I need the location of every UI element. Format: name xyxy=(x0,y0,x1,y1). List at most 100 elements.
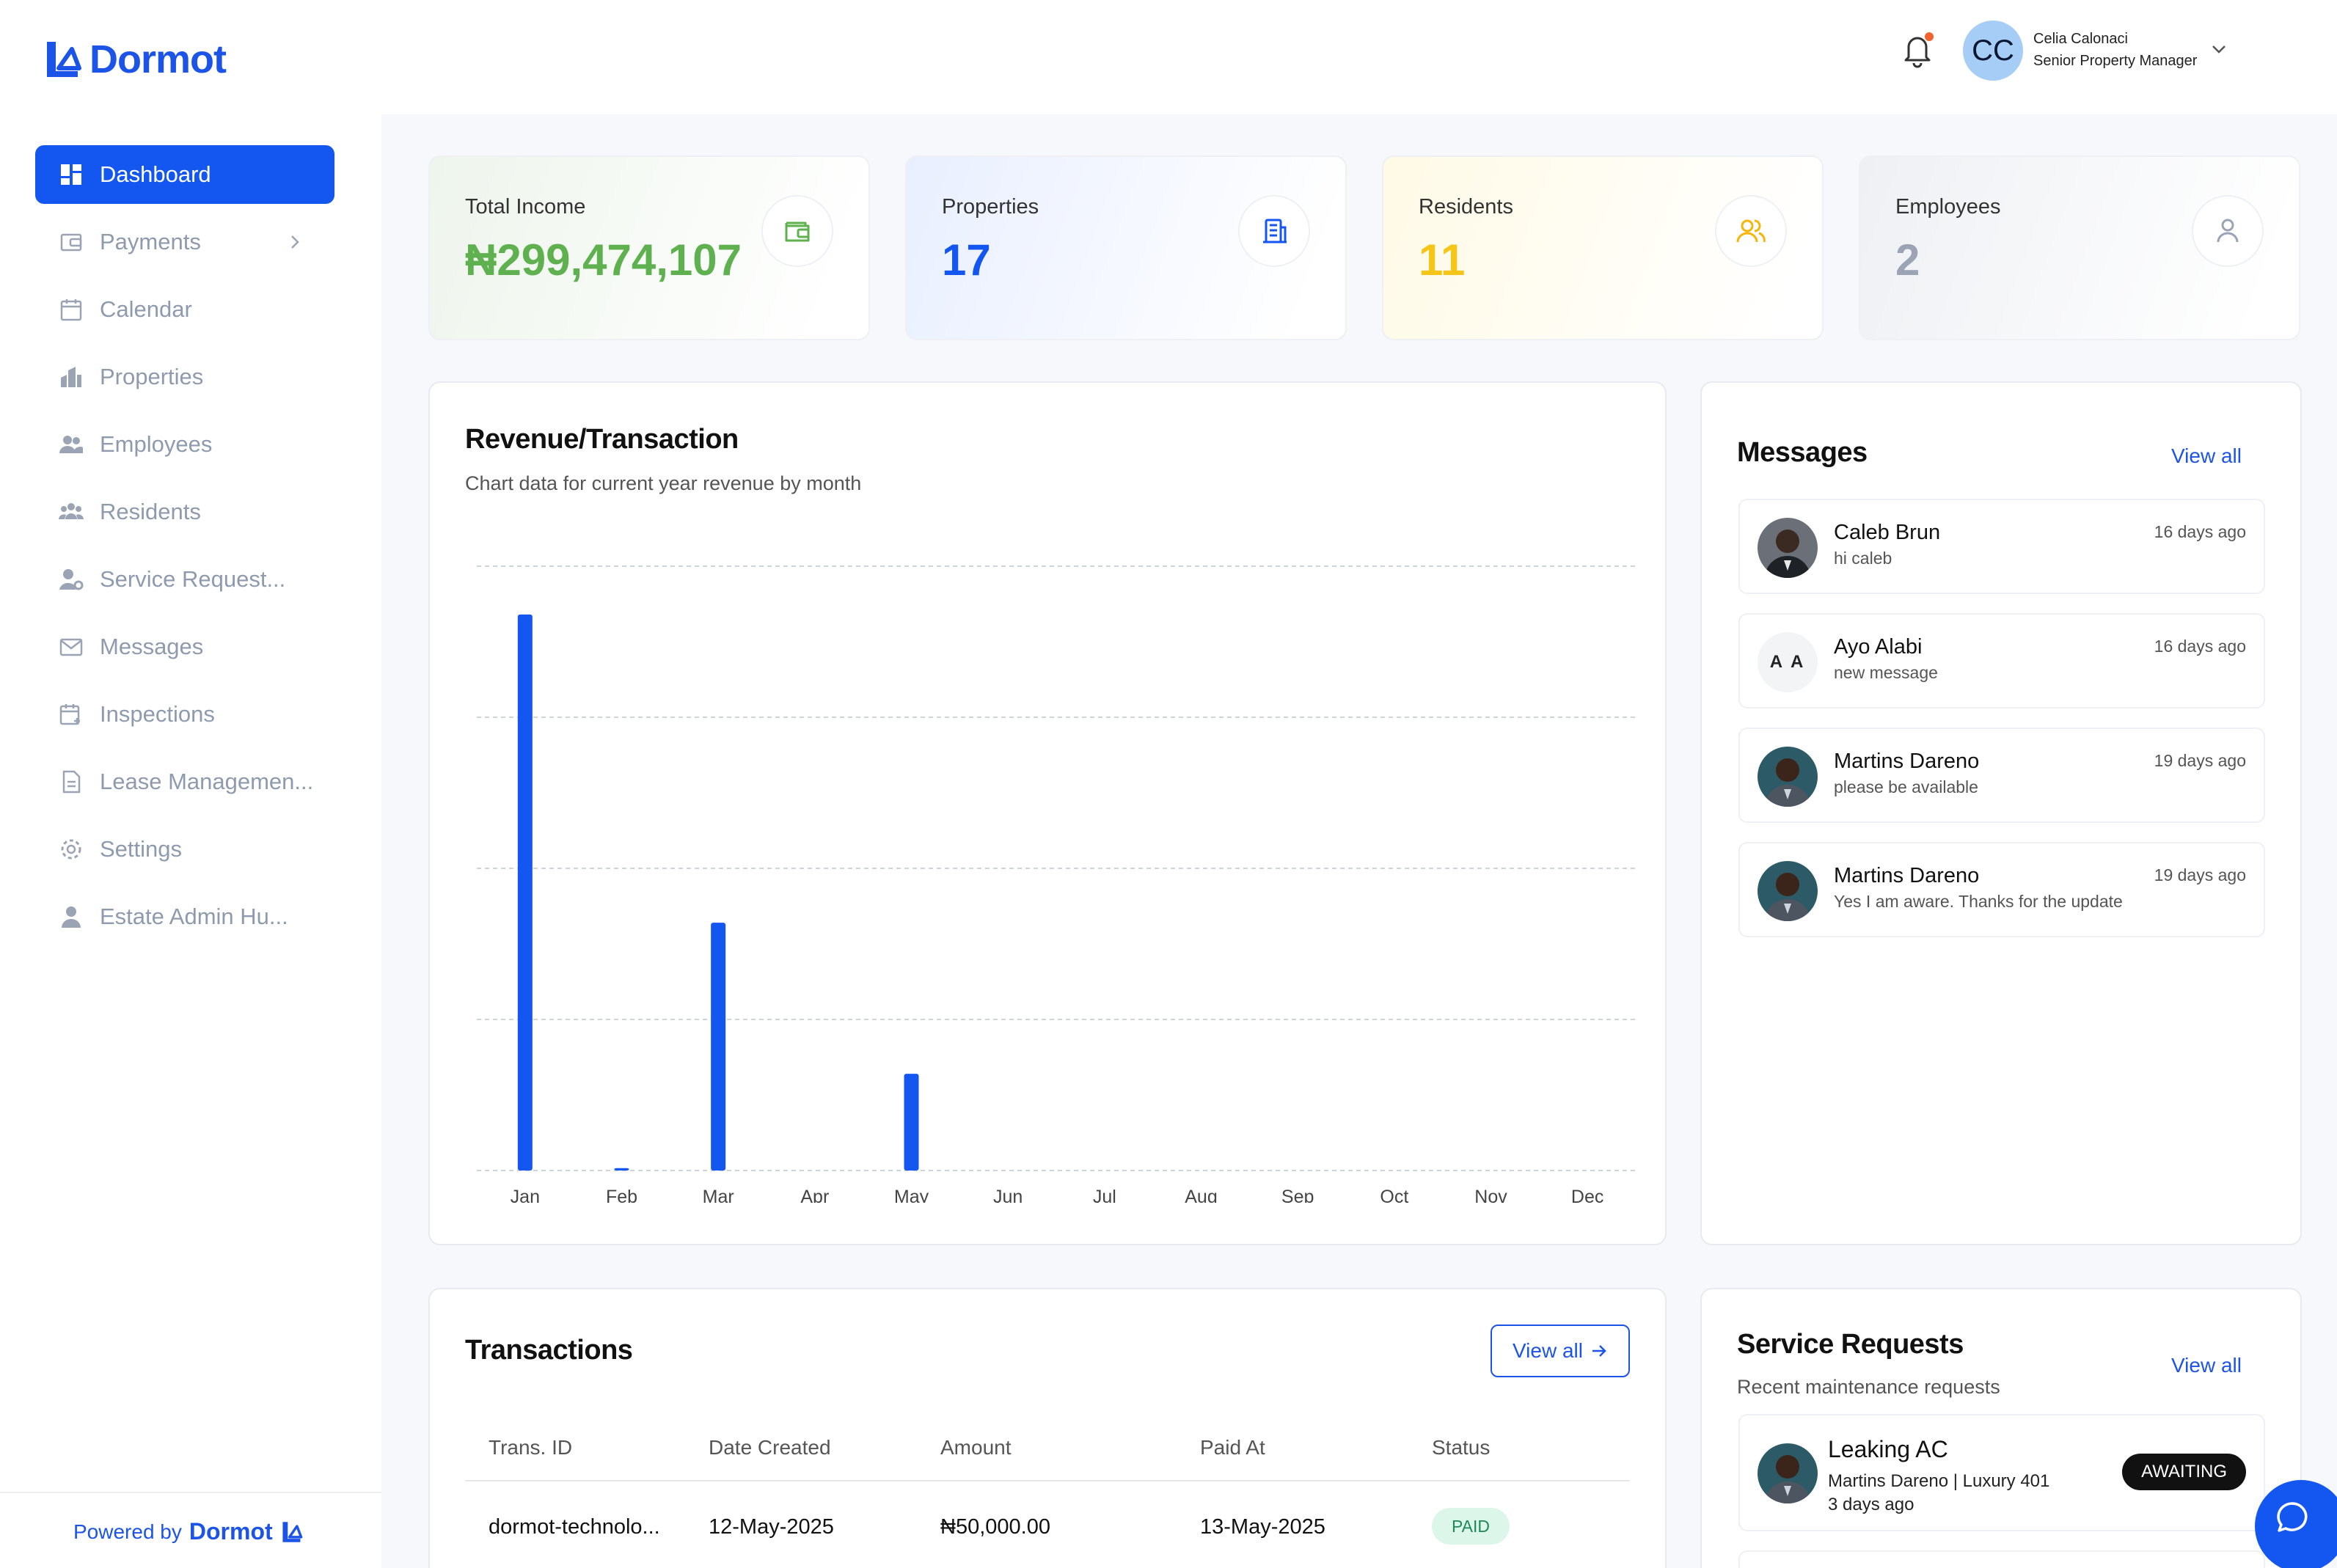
chart-bar-feb[interactable] xyxy=(614,1168,629,1170)
sidebar-item-label: Estate Admin Hu... xyxy=(100,904,288,929)
building-icon xyxy=(1263,219,1287,243)
stat-icon-badge xyxy=(1238,195,1310,267)
message-time: 16 days ago xyxy=(2154,522,2246,541)
message-preview: hi caleb xyxy=(1834,549,1892,568)
button-label: View all xyxy=(1513,1339,1583,1362)
service-request-item[interactable] xyxy=(1738,1550,2265,1568)
message-time: 16 days ago xyxy=(2154,637,2246,656)
sidebar-item-estate-admin[interactable]: Estate Admin Hu... xyxy=(35,887,334,946)
table-header-divider xyxy=(465,1480,1630,1481)
avatar xyxy=(1758,518,1818,578)
stat-card-residents[interactable]: Residents 11 xyxy=(1382,155,1824,340)
sidebar-item-inspections[interactable]: Inspections xyxy=(35,685,334,744)
messages-view-all-link[interactable]: View all xyxy=(2171,444,2242,468)
sidebar-item-label: Properties xyxy=(100,364,204,389)
sidebar-item-payments[interactable]: Payments xyxy=(35,213,334,271)
column-header-paid-at: Paid At xyxy=(1200,1436,1265,1459)
service-request-item[interactable]: Leaking AC Martins Dareno | Luxury 401 3… xyxy=(1738,1414,2265,1531)
message-sender: Caleb Brun xyxy=(1834,521,1941,544)
revenue-title: Revenue/Transaction xyxy=(465,424,739,455)
stat-label: Total Income xyxy=(465,195,586,219)
sidebar-item-residents[interactable]: Residents xyxy=(35,483,334,541)
sidebar-item-calendar[interactable]: Calendar xyxy=(35,280,334,339)
sidebar-item-lease-management[interactable]: Lease Managemen... xyxy=(35,752,334,811)
sidebar-item-properties[interactable]: Properties xyxy=(35,348,334,406)
powered-by[interactable]: Powered by Dormot xyxy=(73,1518,304,1545)
sidebar-item-label: Calendar xyxy=(100,296,192,322)
message-sender: Martins Dareno xyxy=(1834,864,1980,887)
column-header-date-created: Date Created xyxy=(709,1436,831,1459)
stat-card-properties[interactable]: Properties 17 xyxy=(905,155,1347,340)
admin-user-icon xyxy=(62,906,81,928)
message-time: 19 days ago xyxy=(2154,751,2246,770)
stat-value: 17 xyxy=(942,235,991,285)
message-item[interactable]: Martins Dareno please be available 19 da… xyxy=(1738,728,2265,823)
chart-tick-label: Jan xyxy=(511,1187,540,1203)
user-avatar[interactable]: CC xyxy=(1963,21,2023,81)
cell-amount: ₦50,000.00 xyxy=(940,1515,1050,1539)
stat-icon-badge xyxy=(761,195,833,267)
message-preview: Yes I am aware. Thanks for the update xyxy=(1834,892,2123,911)
message-sender: Martins Dareno xyxy=(1834,750,1980,773)
stat-icon-badge xyxy=(2192,195,2264,267)
message-preview: please be available xyxy=(1834,777,1978,796)
stat-value: ₦299,474,107 xyxy=(465,235,742,285)
cell-trans-id: dormot-technolo... xyxy=(489,1515,660,1539)
stat-card-total-income[interactable]: Total Income ₦299,474,107 xyxy=(428,155,870,340)
dashboard-icon xyxy=(61,164,81,185)
transactions-title: Transactions xyxy=(465,1335,633,1366)
sidebar-item-service-requests[interactable]: Service Request... xyxy=(35,550,334,609)
message-preview: new message xyxy=(1834,663,1938,682)
stat-label: Employees xyxy=(1895,195,2001,219)
column-header-trans-id: Trans. ID xyxy=(489,1436,573,1459)
sidebar-item-label: Service Request... xyxy=(100,566,286,592)
transactions-view-all-button[interactable]: View all xyxy=(1491,1325,1630,1377)
chart-bar-mar[interactable] xyxy=(711,923,726,1170)
sidebar-item-label: Messages xyxy=(100,634,204,659)
stat-card-employees[interactable]: Employees 2 xyxy=(1859,155,2300,340)
powered-by-label: Powered by xyxy=(73,1520,182,1543)
stat-value: 11 xyxy=(1419,235,1466,285)
chart-tick-label: Dec xyxy=(1571,1187,1603,1203)
chart-tick-label: May xyxy=(894,1187,929,1203)
message-item[interactable]: Caleb Brun hi caleb 16 days ago xyxy=(1738,499,2265,594)
column-header-amount: Amount xyxy=(940,1436,1012,1459)
chevron-down-icon[interactable] xyxy=(2208,38,2230,60)
message-item[interactable]: Martins Dareno Yes I am aware. Thanks fo… xyxy=(1738,842,2265,937)
sidebar-item-label: Settings xyxy=(100,836,183,862)
sidebar-item-label: Residents xyxy=(100,499,201,524)
sidebar-item-messages[interactable]: Messages xyxy=(35,618,334,676)
gear-icon xyxy=(61,839,81,860)
cell-paid-at: 13-May-2025 xyxy=(1200,1515,1325,1539)
message-time: 19 days ago xyxy=(2154,865,2246,884)
chart-tick-label: Jul xyxy=(1093,1187,1116,1203)
notification-dot xyxy=(1925,32,1934,41)
status-badge: PAID xyxy=(1432,1508,1510,1545)
sidebar-divider xyxy=(0,1492,381,1493)
avatar xyxy=(1758,747,1818,807)
wallet-icon xyxy=(785,221,810,242)
top-bar: Dormot CC Celia Calonaci Senior Property… xyxy=(0,0,2337,114)
cell-date-created: 12-May-2025 xyxy=(709,1515,834,1539)
avatar: A A xyxy=(1758,632,1818,692)
chart-bar-jan[interactable] xyxy=(517,614,533,1170)
user-name: Celia Calonaci xyxy=(2033,31,2128,47)
brand-logo[interactable]: Dormot xyxy=(43,37,227,82)
sidebar-item-employees[interactable]: Employees xyxy=(35,415,334,474)
message-item[interactable]: A A Ayo Alabi new message 16 days ago xyxy=(1738,613,2265,708)
sidebar-item-label: Inspections xyxy=(100,701,215,727)
status-badge: AWAITING xyxy=(2122,1454,2246,1490)
stat-label: Properties xyxy=(942,195,1039,219)
revenue-subtitle: Chart data for current year revenue by m… xyxy=(465,472,862,494)
service-requests-view-all-link[interactable]: View all xyxy=(2171,1354,2242,1377)
sidebar-item-label: Payments xyxy=(100,229,201,254)
chart-bar-may[interactable] xyxy=(904,1074,919,1170)
residents-icon xyxy=(59,503,84,519)
sidebar-item-dashboard[interactable]: Dashboard xyxy=(35,145,334,204)
service-request-icon xyxy=(59,569,84,590)
service-request-title: Leaking AC xyxy=(1828,1436,1948,1462)
chevron-right-icon xyxy=(291,235,299,249)
dormot-logo-icon xyxy=(282,1521,302,1542)
sidebar-item-settings[interactable]: Settings xyxy=(35,820,334,879)
user-role: Senior Property Manager xyxy=(2033,53,2198,69)
